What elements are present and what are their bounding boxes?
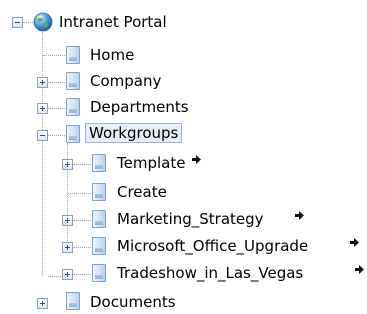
page-icon [92,237,106,255]
globe-icon [33,12,53,32]
expand-toggle-icon[interactable] [37,77,48,88]
tree-node-label[interactable]: Template [117,153,185,173]
tree-line [48,108,65,109]
site-tree: Intranet Portal Home Company Departments… [0,0,367,314]
tree-line [42,32,43,276]
tree-line [73,220,91,221]
tree-node-label[interactable]: Home [90,45,134,65]
tree-node-label[interactable]: Microsoft_Office_Upgrade [117,236,308,256]
page-icon [92,264,106,282]
tree-line [73,274,91,275]
tree-node-label[interactable]: Departments [90,97,189,117]
tree-node-label[interactable]: Create [117,182,167,202]
tree-node-label[interactable]: Tradeshow_in_Las_Vegas [117,263,303,283]
context-menu-arrow-icon[interactable] [355,265,364,274]
context-menu-arrow-icon[interactable] [295,211,304,220]
context-menu-arrow-icon[interactable] [192,155,201,164]
expand-toggle-icon[interactable] [37,298,48,309]
tree-line [73,164,91,165]
page-icon [66,125,80,143]
expand-toggle-icon[interactable] [37,103,48,114]
expand-toggle-icon[interactable] [62,242,73,253]
tree-line [48,135,65,136]
tree-line [23,22,33,23]
page-icon [92,154,106,172]
page-icon [66,46,80,64]
tree-node-label-selected[interactable]: Workgroups [85,123,183,143]
expand-toggle-icon[interactable] [62,269,73,280]
tree-line [73,247,91,248]
context-menu-arrow-icon[interactable] [350,238,359,247]
tree-line [48,82,65,83]
page-icon [92,210,106,228]
collapse-toggle-icon[interactable] [37,130,48,141]
page-icon [66,72,80,90]
tree-node-label[interactable]: Marketing_Strategy [117,209,264,229]
expand-toggle-icon[interactable] [62,215,73,226]
collapse-toggle-icon[interactable] [12,17,23,28]
tree-node-label[interactable]: Documents [90,292,176,312]
tree-line [68,193,91,194]
tree-node-label[interactable]: Company [90,71,161,91]
page-icon [92,183,106,201]
tree-line [43,55,65,56]
tree-node-label[interactable]: Intranet Portal [59,12,167,32]
expand-toggle-icon[interactable] [62,159,73,170]
page-icon [66,292,80,310]
page-icon [66,98,80,116]
